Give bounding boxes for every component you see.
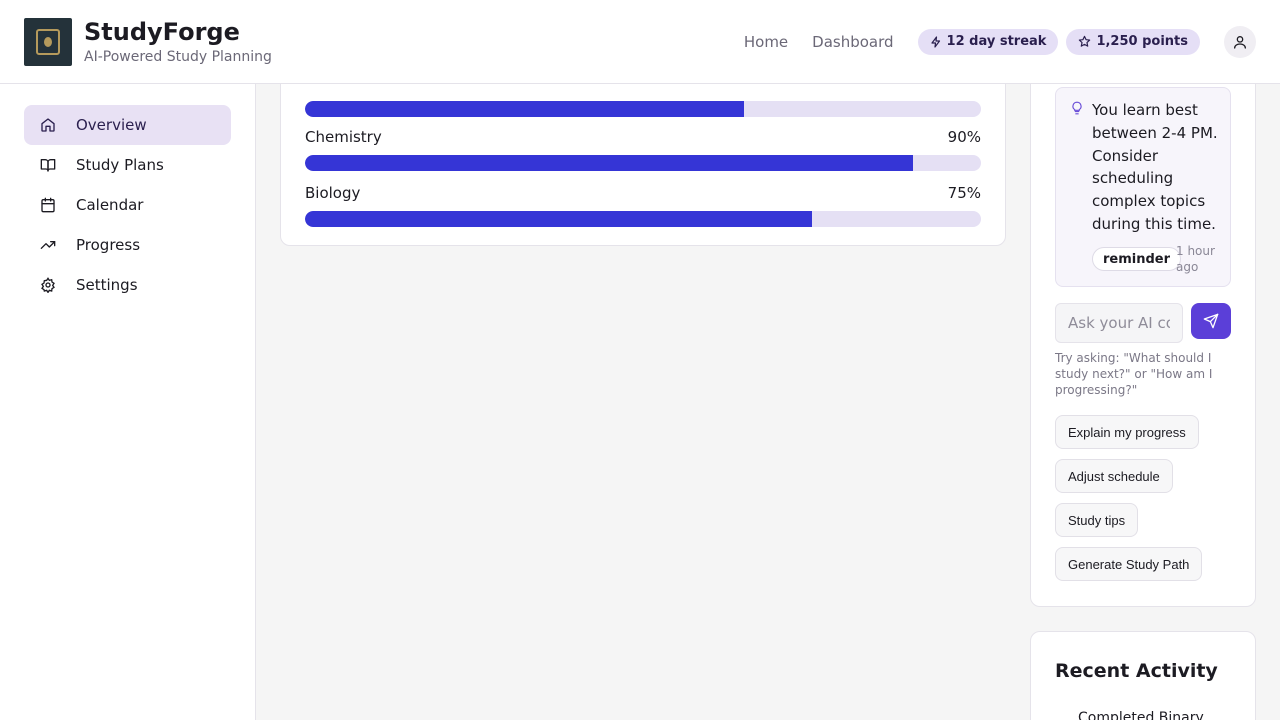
progress-bar	[305, 155, 981, 171]
subject-percent: 75%	[947, 184, 981, 202]
sidebar-item-overview[interactable]: Overview	[24, 105, 231, 145]
home-icon	[41, 118, 55, 132]
nav-dashboard-link[interactable]: Dashboard	[812, 33, 893, 51]
star-icon	[1079, 35, 1091, 47]
app-header: StudyForge AI-Powered Study Planning Hom…	[0, 0, 1280, 84]
sidebar-item-label: Progress	[76, 236, 141, 254]
zap-icon	[930, 35, 940, 48]
activity-item: Completed Binary	[1078, 710, 1204, 720]
gear-icon	[41, 277, 55, 293]
nav-home-link[interactable]: Home	[744, 33, 788, 51]
recent-activity-card: Recent Activity Completed Binary	[1030, 631, 1256, 720]
sidebar-item-calendar[interactable]: Calendar	[24, 185, 231, 225]
suggestion-adjust-schedule-button[interactable]: Adjust schedule	[1055, 459, 1173, 493]
sidebar-item-settings[interactable]: Settings	[24, 265, 231, 305]
sidebar-item-study-plans[interactable]: Study Plans	[24, 145, 231, 185]
suggestion-generate-study-path-button[interactable]: Generate Study Path	[1055, 547, 1203, 581]
lightbulb-icon	[1072, 101, 1082, 115]
sidebar-item-progress[interactable]: Progress	[24, 225, 231, 265]
points-badge: 1,250 points	[1066, 28, 1200, 55]
recent-activity-title: Recent Activity	[1055, 660, 1218, 682]
subject-progress-row: Biology 75%	[305, 184, 981, 227]
progress-bar-fill	[305, 211, 812, 227]
send-button[interactable]	[1191, 303, 1231, 339]
app-title: StudyForge	[84, 18, 240, 46]
sidebar: Overview Study Plans Calendar Progress S…	[0, 84, 256, 720]
progress-bar-fill	[305, 155, 914, 171]
book-icon	[40, 159, 56, 172]
subject-percent: 90%	[947, 128, 981, 146]
streak-badge: 12 day streak	[917, 28, 1059, 55]
insight-text: You learn best between 2-4 PM. Consider …	[1092, 101, 1218, 233]
streak-label: 12 day streak	[946, 34, 1047, 49]
sidebar-item-label: Settings	[76, 276, 138, 294]
sidebar-item-label: Calendar	[76, 196, 144, 214]
ask-hint: Try asking: "What should I study next?" …	[1055, 351, 1213, 397]
insight-message: You learn best between 2-4 PM. Consider …	[1055, 87, 1231, 287]
subject-progress-row: Chemistry 90%	[305, 128, 981, 171]
suggestion-study-tips-button[interactable]: Study tips	[1055, 503, 1139, 537]
insight-tag: reminder	[1092, 247, 1182, 271]
subject-progress-card: Chemistry 90% Biology 75%	[280, 64, 1006, 246]
user-menu-button[interactable]	[1224, 25, 1256, 58]
progress-bar-fill	[305, 101, 745, 117]
progress-bar	[305, 211, 981, 227]
send-icon	[1203, 313, 1219, 329]
logo-emblem-icon	[36, 28, 60, 55]
progress-bar	[305, 101, 981, 117]
sidebar-item-label: Study Plans	[76, 156, 164, 174]
insight-timestamp: 1 hour ago	[1176, 244, 1215, 274]
top-nav: Home Dashboard 12 day streak 1,250 point…	[744, 25, 1256, 58]
ai-coach-card: You learn best between 2-4 PM. Consider …	[1030, 64, 1256, 607]
calendar-icon	[41, 197, 55, 213]
brand: StudyForge AI-Powered Study Planning	[84, 18, 272, 65]
points-label: 1,250 points	[1096, 34, 1188, 49]
subject-name: Chemistry	[305, 128, 382, 146]
app-logo[interactable]	[24, 17, 72, 66]
app-subtitle: AI-Powered Study Planning	[84, 49, 272, 65]
sidebar-item-label: Overview	[76, 116, 147, 134]
ask-ai-coach-input[interactable]	[1055, 303, 1183, 343]
trending-up-icon	[40, 241, 56, 249]
subject-name: Biology	[305, 184, 361, 202]
user-icon	[1234, 35, 1246, 49]
suggestion-explain-progress-button[interactable]: Explain my progress	[1055, 415, 1199, 449]
